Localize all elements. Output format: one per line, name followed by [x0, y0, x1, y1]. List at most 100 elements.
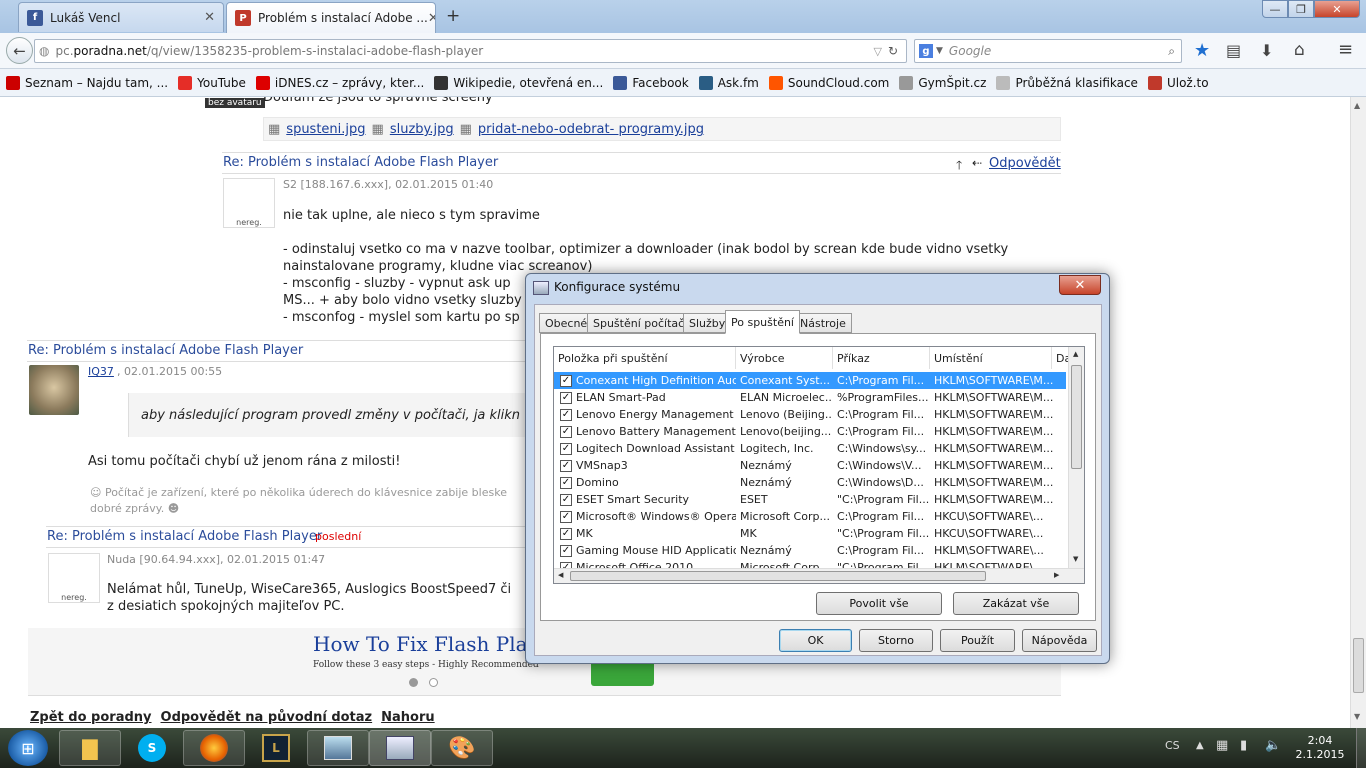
scroll-up-icon[interactable]: ▲ [1354, 101, 1360, 110]
download-icon[interactable]: ⬇ [1260, 41, 1273, 60]
close-tab-icon[interactable]: ✕ [428, 11, 435, 26]
volume-icon[interactable]: 🔈 [1265, 738, 1281, 753]
reply-title[interactable]: Re: Problém s instalací Adobe Flash Play… [47, 529, 322, 544]
window-close-button[interactable]: ✕ [1314, 0, 1360, 18]
startup-checkbox[interactable]: ✓ [560, 545, 572, 557]
list-horizontal-scrollbar[interactable]: ◀ ▶ [554, 568, 1084, 583]
bookmarks-menu-icon[interactable]: ▤ [1226, 41, 1241, 60]
scroll-thumb[interactable] [570, 571, 986, 581]
close-tab-icon[interactable]: ✕ [204, 10, 215, 25]
table-row[interactable]: ✓ ESET Smart Security ESET "C:\Program Fil.… [554, 491, 1066, 508]
table-row[interactable]: ✓ Microsoft Office 2010 Microsoft Corp... "… [554, 559, 1066, 568]
author-link[interactable]: IQ37 [88, 365, 114, 378]
attachment-link[interactable]: spusteni.jpg [286, 122, 365, 137]
bookmark-item[interactable]: YouTube [178, 75, 246, 90]
startup-checkbox[interactable]: ✓ [560, 392, 572, 404]
tab-general[interactable]: Obecné [539, 313, 594, 333]
startup-checkbox[interactable]: ✓ [560, 528, 572, 540]
reply-original-link[interactable]: Odpovědět na původní dotaz [161, 710, 373, 725]
startup-checkbox[interactable]: ✓ [560, 477, 572, 489]
table-row[interactable]: ✓ Logitech Download Assistant Logitech, In… [554, 440, 1066, 457]
show-desktop-button[interactable] [1356, 728, 1366, 768]
tab-poradna[interactable]: P Problém s instalací Adobe ... ✕ [226, 2, 436, 33]
scroll-right-icon[interactable]: ▶ [1054, 571, 1059, 579]
taskbar-league[interactable]: L [245, 730, 307, 766]
back-button[interactable]: ← [6, 37, 33, 64]
startup-items-list[interactable]: Položka při spuštění Výrobce Příkaz Umís… [553, 346, 1085, 584]
reply-title[interactable]: Re: Problém s instalací Adobe Flash Play… [28, 343, 303, 358]
column-header-startup-item[interactable]: Položka při spuštění [554, 347, 736, 369]
carousel-dot-active[interactable] [409, 678, 418, 687]
table-row[interactable]: ✓ Conexant High Definition Audi... Conexan… [554, 372, 1066, 389]
table-row[interactable]: ✓ VMSnap3 Neznámý C:\Windows\V... HKLM\SOFTW… [554, 457, 1066, 474]
language-indicator[interactable]: CS [1165, 739, 1180, 752]
startup-checkbox[interactable]: ✓ [560, 443, 572, 455]
clock[interactable]: 2:04 2.1.2015 [1292, 734, 1348, 762]
minimize-button[interactable]: — [1262, 0, 1288, 18]
table-row[interactable]: ✓ Microsoft® Windows® Opera... Microsoft C… [554, 508, 1066, 525]
bookmark-item[interactable]: iDNES.cz – zprávy, kter... [255, 75, 424, 90]
carousel-dot[interactable] [429, 678, 438, 687]
battery-icon[interactable]: ▮ [1240, 738, 1247, 753]
table-row[interactable]: ✓ Gaming Mouse HID Application Neznámý C:\P… [554, 542, 1066, 559]
enable-all-button[interactable]: Povolit vše [816, 592, 942, 615]
engine-dropdown-icon[interactable]: ▼ [936, 46, 943, 56]
table-row[interactable]: ✓ ELAN Smart-Pad ELAN Microelec... %Program… [554, 389, 1066, 406]
taskbar-control-panel[interactable] [307, 730, 369, 766]
bookmark-item[interactable]: Facebook [613, 75, 689, 90]
scroll-thumb[interactable] [1071, 365, 1082, 469]
startup-checkbox[interactable]: ✓ [560, 426, 572, 438]
bookmark-star-icon[interactable]: ★ [1194, 40, 1210, 61]
tab-lukas-vencl[interactable]: f Lukáš Vencl ✕ [18, 2, 224, 32]
start-button[interactable]: ⊞ [8, 730, 48, 766]
bookmark-item[interactable]: Seznam – Najdu tam, ... [6, 75, 168, 90]
disable-all-button[interactable]: Zakázat vše [953, 592, 1079, 615]
table-row[interactable]: ✓ Lenovo Battery Management ... Lenovo(bei… [554, 423, 1066, 440]
top-link[interactable]: Nahoru [381, 710, 435, 725]
apply-button[interactable]: Použít [940, 629, 1015, 652]
scroll-down-icon[interactable]: ▼ [1073, 555, 1078, 563]
network-icon[interactable]: ▦ [1216, 738, 1228, 753]
maximize-button[interactable]: ❐ [1288, 0, 1314, 18]
startup-checkbox[interactable]: ✓ [560, 511, 572, 523]
column-header-location[interactable]: Umístění [930, 347, 1052, 369]
bookmark-item[interactable]: Ulož.to [1147, 75, 1209, 90]
bookmark-item[interactable]: SoundCloud.com [768, 75, 889, 90]
table-row[interactable]: ✓ Domino Neznámý C:\Windows\D... HKLM\SOFTWA… [554, 474, 1066, 491]
startup-checkbox[interactable]: ✓ [560, 460, 572, 472]
column-header-manufacturer[interactable]: Výrobce [736, 347, 833, 369]
attachment-link[interactable]: pridat-nebo-odebrat- programy.jpg [478, 122, 704, 137]
tab-boot[interactable]: Spuštění počítače [587, 313, 697, 333]
dropdown-arrow-icon[interactable]: ▽ [873, 45, 881, 58]
tab-startup[interactable]: Po spuštění [725, 310, 800, 334]
taskbar-firefox[interactable] [183, 730, 245, 766]
startup-checkbox[interactable]: ✓ [560, 409, 572, 421]
search-input[interactable]: g ▼ Google ⌕ [914, 39, 1182, 63]
show-hidden-icons[interactable]: ▲ [1196, 740, 1204, 751]
tab-tools[interactable]: Nástroje [794, 313, 852, 333]
dialog-close-button[interactable]: ✕ [1059, 275, 1101, 295]
bookmark-item[interactable]: Ask.fm [698, 75, 759, 90]
scroll-thumb[interactable] [1353, 638, 1364, 693]
reload-icon[interactable]: ↻ [888, 44, 898, 58]
ok-button[interactable]: OK [779, 629, 852, 652]
new-tab-button[interactable]: + [446, 6, 460, 26]
table-row[interactable]: ✓ MK MK "C:\Program Fil... HKCU\SOFTWARE\... [554, 525, 1066, 542]
table-row[interactable]: ✓ Lenovo Energy Management ... Lenovo (Bei… [554, 406, 1066, 423]
back-to-forum-link[interactable]: Zpět do poradny [30, 710, 152, 725]
cancel-button[interactable]: Storno [859, 629, 933, 652]
search-icon[interactable]: ⌕ [1168, 44, 1175, 59]
reply-title[interactable]: Re: Problém s instalací Adobe Flash Play… [223, 155, 498, 170]
reply-link[interactable]: Odpovědět [989, 156, 1061, 171]
list-vertical-scrollbar[interactable]: ▲ ▼ [1068, 347, 1084, 568]
taskbar-paint[interactable]: 🎨 [431, 730, 493, 766]
scroll-up-icon[interactable]: ▲ [1073, 350, 1078, 358]
scroll-down-icon[interactable]: ▼ [1354, 712, 1360, 721]
startup-checkbox[interactable]: ✓ [560, 375, 572, 387]
page-scrollbar[interactable]: ▲ ▼ [1350, 97, 1366, 728]
bookmark-item[interactable]: GymŠpit.cz [899, 75, 986, 90]
scroll-left-icon[interactable]: ◀ [558, 571, 563, 579]
home-icon[interactable]: ⌂ [1294, 40, 1305, 60]
url-bar[interactable]: ◍ pc. poradna.net/q/view/1358235-problem-… [34, 39, 907, 63]
taskbar-msconfig[interactable] [369, 730, 431, 766]
